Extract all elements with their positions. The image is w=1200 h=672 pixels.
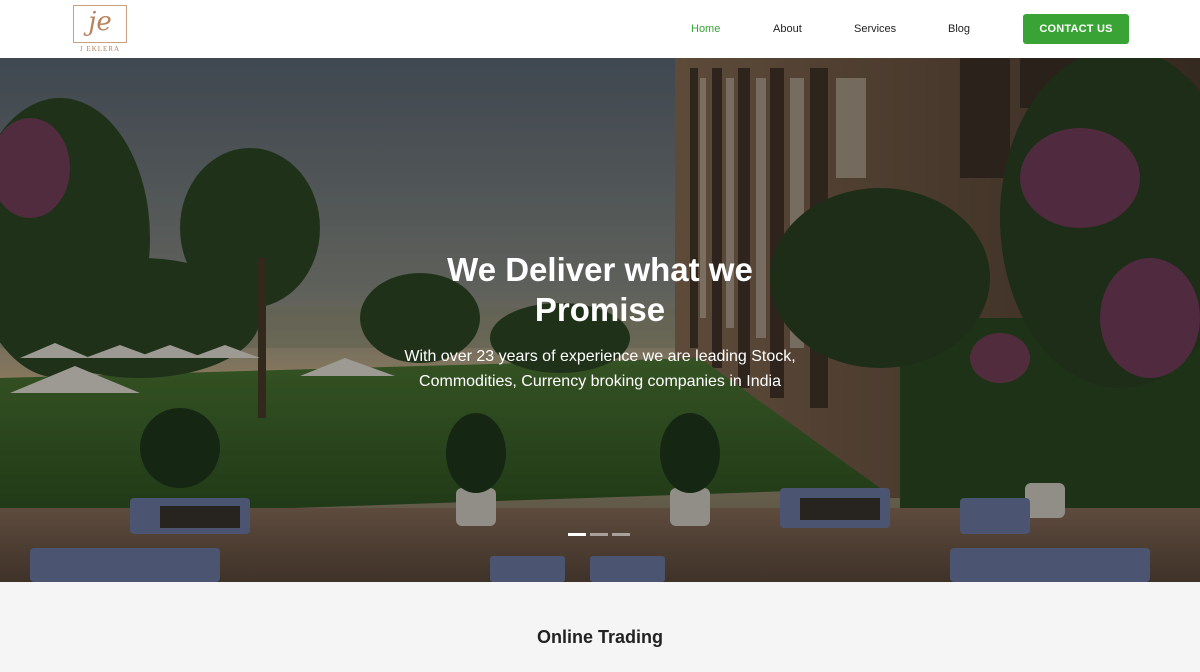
nav-item-home[interactable]: Home	[691, 23, 720, 35]
logo-wordmark: J EKLERA	[79, 45, 121, 53]
slider-dots	[568, 533, 630, 536]
hero-subtitle: With over 23 years of experience we are …	[404, 348, 796, 390]
contact-us-button[interactable]: CONTACT US	[1023, 14, 1129, 44]
hero-content: We Deliver what we Promise With over 23 …	[0, 58, 1200, 582]
nav-item-services[interactable]: Services	[854, 23, 896, 35]
nav-item-blog[interactable]: Blog	[948, 23, 970, 35]
site-logo[interactable]: je J EKLERA	[71, 5, 129, 53]
site-header: je J EKLERA Home About Services Blog CON…	[0, 0, 1200, 58]
slider-dot-3[interactable]	[612, 533, 630, 536]
hero-slider: We Deliver what we Promise With over 23 …	[0, 58, 1200, 582]
hero-title: We Deliver what we Promise	[447, 251, 753, 328]
logo-monogram: je	[88, 7, 112, 37]
online-trading-section: Online Trading	[0, 582, 1200, 672]
section-title: Online Trading	[536, 627, 663, 647]
slider-dot-2[interactable]	[590, 533, 608, 536]
nav-item-about[interactable]: About	[773, 23, 802, 35]
slider-dot-1[interactable]	[568, 533, 586, 536]
